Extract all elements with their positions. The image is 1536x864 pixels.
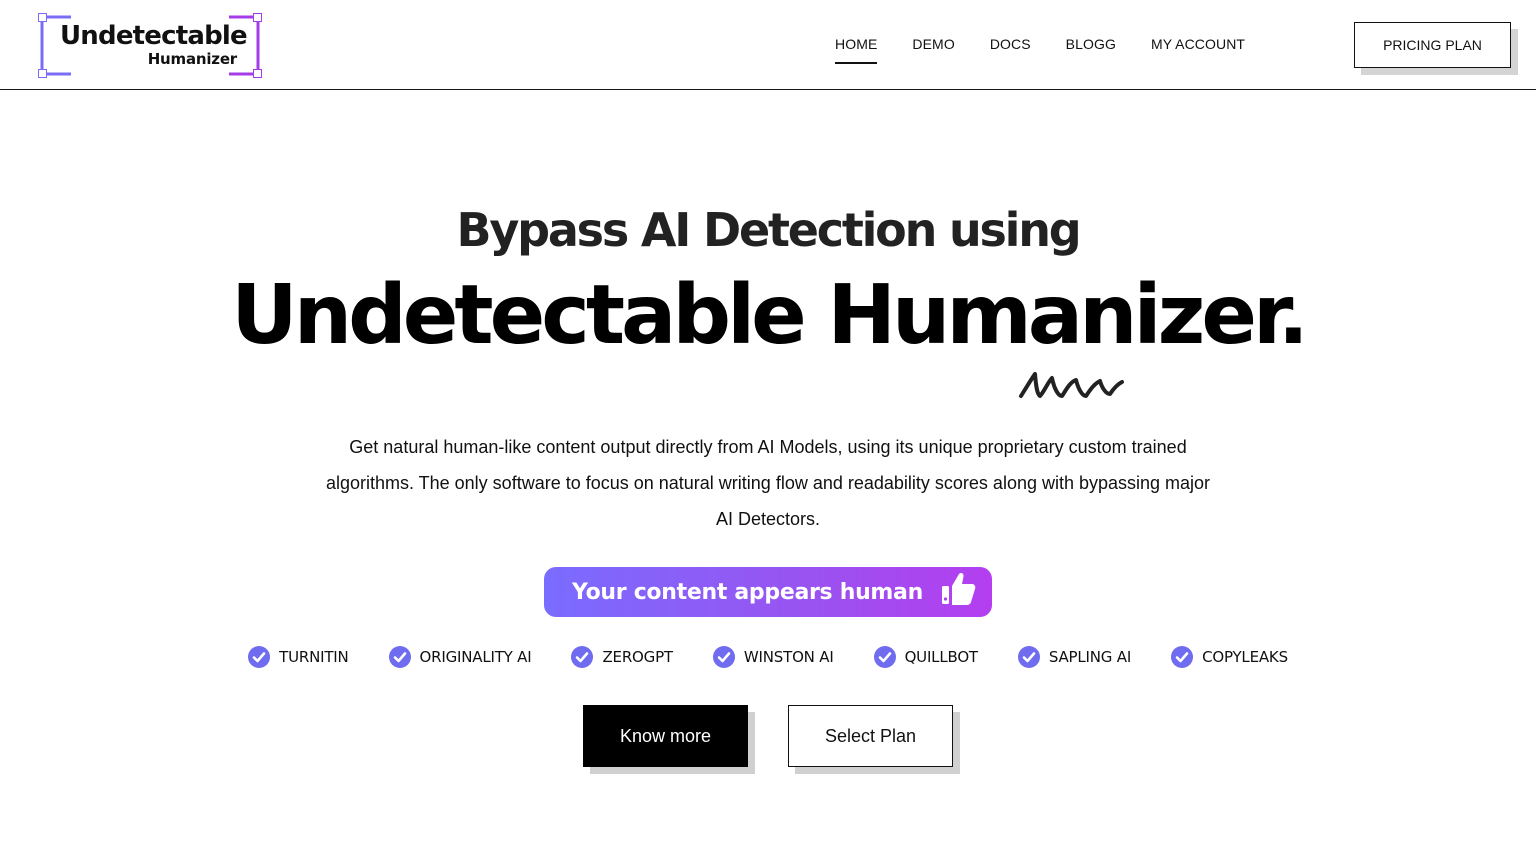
thumbs-up-icon — [942, 572, 976, 605]
nav-item-home[interactable]: HOME — [835, 36, 878, 64]
main-nav: HOME DEMO DOCS BLOGG MY ACCOUNT — [835, 36, 1280, 64]
pricing-plan-button[interactable]: PRICING PLAN — [1354, 22, 1511, 68]
detector-label: QUILLBOT — [904, 648, 979, 666]
hero-subtitle: Bypass AI Detection using — [456, 203, 1081, 257]
detector-item: QUILLBOT — [873, 646, 979, 668]
know-more-button[interactable]: Know more — [583, 705, 748, 767]
hero-description: Get natural human-like content output di… — [325, 437, 1211, 529]
check-circle-icon — [1171, 646, 1194, 668]
badge-text: Your content appears human — [572, 579, 923, 605]
detector-label: TURNITIN — [279, 648, 349, 666]
squiggle-underline-icon — [1019, 372, 1124, 398]
logo-text-primary: Undetectable — [60, 21, 248, 51]
detector-label: ORIGINALITY AI — [419, 648, 532, 666]
check-circle-icon — [873, 646, 896, 668]
nav-item-docs[interactable]: DOCS — [990, 36, 1031, 64]
detector-item: WINSTON AI — [712, 646, 834, 668]
check-circle-icon — [712, 646, 735, 668]
detector-item: TURNITIN — [248, 646, 349, 668]
detector-item: ZEROGPT — [571, 646, 673, 668]
check-circle-icon — [1017, 646, 1040, 668]
detector-item: COPYLEAKS — [1171, 646, 1288, 668]
check-circle-icon — [388, 646, 411, 668]
nav-item-demo[interactable]: DEMO — [912, 36, 954, 64]
nav-item-my-account[interactable]: MY ACCOUNT — [1151, 36, 1245, 64]
logo-text-secondary: Humanizer — [147, 50, 238, 68]
pricing-plan-wrapper: PRICING PLAN — [1354, 22, 1518, 75]
hero-title: Undetectable Humanizer. — [231, 268, 1309, 363]
detector-label: ZEROGPT — [602, 648, 673, 666]
detector-label: SAPLING AI — [1048, 648, 1132, 666]
human-content-badge: Your content appears human — [544, 567, 992, 617]
select-plan-wrapper: Select Plan — [788, 705, 960, 774]
detector-item: ORIGINALITY AI — [388, 646, 532, 668]
know-more-wrapper: Know more — [583, 705, 755, 774]
nav-item-blogg[interactable]: BLOGG — [1066, 36, 1116, 64]
check-circle-icon — [571, 646, 594, 668]
detector-list: TURNITIN ORIGINALITY AI ZEROGPT WINSTON … — [0, 646, 1536, 668]
select-plan-button[interactable]: Select Plan — [788, 705, 953, 767]
check-circle-icon — [248, 646, 271, 668]
site-header: Undetectable Humanizer HOME DEMO DOCS BL… — [0, 0, 1536, 90]
detector-label: WINSTON AI — [743, 648, 834, 666]
brand-logo[interactable]: Undetectable Humanizer — [38, 13, 262, 79]
detector-item: SAPLING AI — [1017, 646, 1132, 668]
detector-label: COPYLEAKS — [1202, 648, 1288, 666]
